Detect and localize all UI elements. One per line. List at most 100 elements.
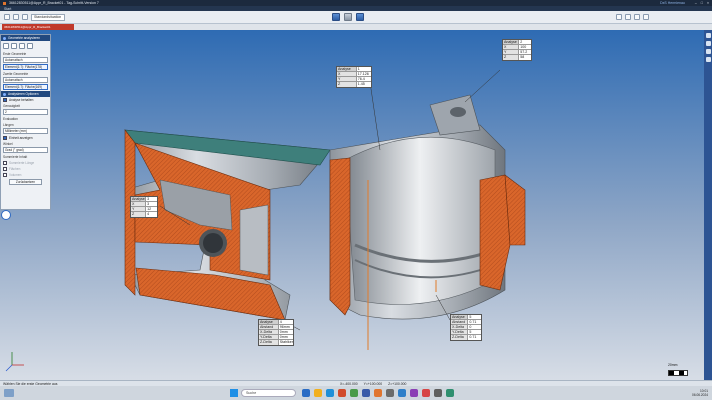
window-title: 36612830511@Appr_R_Bracket01 - Tag-Schri… xyxy=(9,1,99,5)
maximize-button[interactable]: □ xyxy=(701,1,703,5)
angle-unit-select[interactable]: Grad (° grad) xyxy=(3,147,48,153)
widgets-icon[interactable] xyxy=(4,389,14,397)
annotation-key: Analyse xyxy=(451,315,469,319)
checkbox-icon xyxy=(3,167,7,171)
coord-z: Z=+100.000 xyxy=(388,381,407,386)
annotation-left[interactable]: Analyse 3 X3 Y 12 Z4 xyxy=(130,196,158,218)
section-view-icon[interactable] xyxy=(344,13,352,21)
new-file-icon[interactable] xyxy=(4,14,10,20)
open-file-icon[interactable] xyxy=(13,14,19,20)
office-icon[interactable] xyxy=(338,389,346,397)
annotation-key: Analyse xyxy=(131,197,147,201)
cad-app-icon[interactable] xyxy=(374,389,382,397)
annotation-value: 58 xyxy=(520,55,525,59)
annotation-value: 4 xyxy=(147,212,150,216)
app-icon[interactable] xyxy=(434,389,442,397)
app-icon[interactable] xyxy=(422,389,430,397)
annotation-bottom-center[interactable]: Analyse 4 Abstand 96mm X-Delta 0mm Y-Delta 0… xyxy=(258,319,294,346)
task-view-icon[interactable] xyxy=(302,389,310,397)
edge-icon[interactable] xyxy=(326,389,334,397)
analysis-panel: Geometrie analysieren Erste Geometrie Au… xyxy=(0,34,51,210)
annotation-key: X-Delta xyxy=(259,330,279,334)
layers-icon[interactable] xyxy=(705,41,711,46)
checkbox-icon xyxy=(3,98,7,102)
3d-viewport[interactable]: Geometrie analysieren Erste Geometrie Au… xyxy=(0,30,704,380)
properties-icon[interactable] xyxy=(705,49,711,54)
annotation-value: 1.45 xyxy=(357,82,365,86)
annotation-key: Z xyxy=(337,82,357,87)
checkbox-icon xyxy=(3,161,7,165)
annotation-bottom-right[interactable]: Analyse 5 Abstand 0.71 X-Delta 0 Y-Delta 5 Z… xyxy=(450,314,482,341)
history-icon[interactable] xyxy=(705,57,711,62)
explorer-icon[interactable] xyxy=(314,389,322,397)
view-situation-dropdown[interactable]: Standardsituation xyxy=(31,13,65,21)
annotation-key: X xyxy=(131,202,147,206)
taskbar-search[interactable]: Suche xyxy=(241,389,296,397)
annotation-key: Analyse xyxy=(259,320,279,324)
close-button[interactable]: × xyxy=(707,1,709,5)
length-unit-select[interactable]: Millimeter (mm) xyxy=(3,128,48,134)
user-name[interactable]: DxS Hermienau xyxy=(660,1,685,5)
distance-icon[interactable] xyxy=(3,43,9,49)
second-geometry-mode[interactable]: Automatisch xyxy=(3,77,48,83)
pin-icon[interactable] xyxy=(3,36,6,40)
angle-icon[interactable] xyxy=(11,43,17,49)
system-tray-clock[interactable]: 10:01 06.06.2024 xyxy=(660,389,708,397)
first-geometry-value[interactable]: Element(1:7): Fläche(178) xyxy=(3,64,48,70)
annotation-value: 100 xyxy=(520,45,527,49)
radius-icon[interactable] xyxy=(19,43,25,49)
reset-button[interactable]: Zurücksetzen xyxy=(9,179,42,185)
menu-start[interactable]: Start xyxy=(4,7,11,11)
user-icon[interactable] xyxy=(634,14,640,20)
annotation-key: X-Delta xyxy=(451,325,469,329)
confirm-icon[interactable] xyxy=(1,210,11,220)
view-cube-icon[interactable] xyxy=(705,33,711,38)
left-flange xyxy=(124,129,331,321)
app-icon[interactable] xyxy=(410,389,418,397)
info-icon[interactable] xyxy=(643,14,649,20)
sum-volumes-checkbox[interactable]: Volumen xyxy=(1,172,50,178)
outlook-icon[interactable] xyxy=(398,389,406,397)
clock-date: 06.06.2024 xyxy=(692,393,708,397)
annotation-top-center[interactable]: Analyse 1 X 17.126 Y 76.4 Z 1.45 xyxy=(336,66,372,88)
right-tool-strip xyxy=(704,30,712,380)
save-icon[interactable] xyxy=(22,14,28,20)
minimize-button[interactable]: – xyxy=(695,1,697,5)
start-icon[interactable] xyxy=(230,389,238,397)
annotation-key: Z xyxy=(131,212,147,217)
annotation-value: 12 xyxy=(147,207,152,211)
excel-icon[interactable] xyxy=(350,389,358,397)
first-geometry-mode[interactable]: Automatisch xyxy=(3,57,48,63)
pin-icon[interactable] xyxy=(3,92,6,96)
point-icon[interactable] xyxy=(27,43,33,49)
annotation-top-right[interactable]: Analyse 2 X 100 Y 57.2 Z 58 xyxy=(502,39,532,61)
annotation-value: 0mm xyxy=(279,330,288,334)
display-mode-icon[interactable] xyxy=(332,13,340,21)
measure-icon[interactable] xyxy=(356,13,364,21)
cylinder-housing xyxy=(329,94,526,320)
annotation-value: Stahlkern xyxy=(279,340,293,344)
annotation-key: X xyxy=(337,72,357,76)
annotation-key: Z xyxy=(503,55,520,60)
annotation-value: 4 xyxy=(279,320,282,324)
annotation-key: X xyxy=(503,45,520,49)
annotation-value: 0.71 xyxy=(469,320,477,324)
settings-icon[interactable] xyxy=(625,14,631,20)
annotation-value: 0mm xyxy=(279,335,288,339)
app-icon xyxy=(3,1,6,5)
status-message: Wählen Sie die erste Geometrie aus xyxy=(3,381,58,386)
annotation-value: 3 xyxy=(147,202,150,206)
annotation-key: Z-Delta xyxy=(451,335,469,340)
help-icon[interactable] xyxy=(616,14,622,20)
annotation-key: Analyse xyxy=(503,40,520,44)
search-placeholder: Suche xyxy=(246,391,257,395)
scale-bar xyxy=(668,370,688,376)
app-icon[interactable] xyxy=(386,389,394,397)
precision-input[interactable]: 2 xyxy=(3,109,48,115)
annotation-value: 0.71 xyxy=(469,335,477,339)
annotation-key: Z-Delta xyxy=(259,340,279,345)
app-icon[interactable] xyxy=(446,389,454,397)
second-geometry-value[interactable]: Element(1:7): Fläche(169) xyxy=(3,84,48,90)
axis-triad xyxy=(5,352,24,372)
teams-icon[interactable] xyxy=(362,389,370,397)
